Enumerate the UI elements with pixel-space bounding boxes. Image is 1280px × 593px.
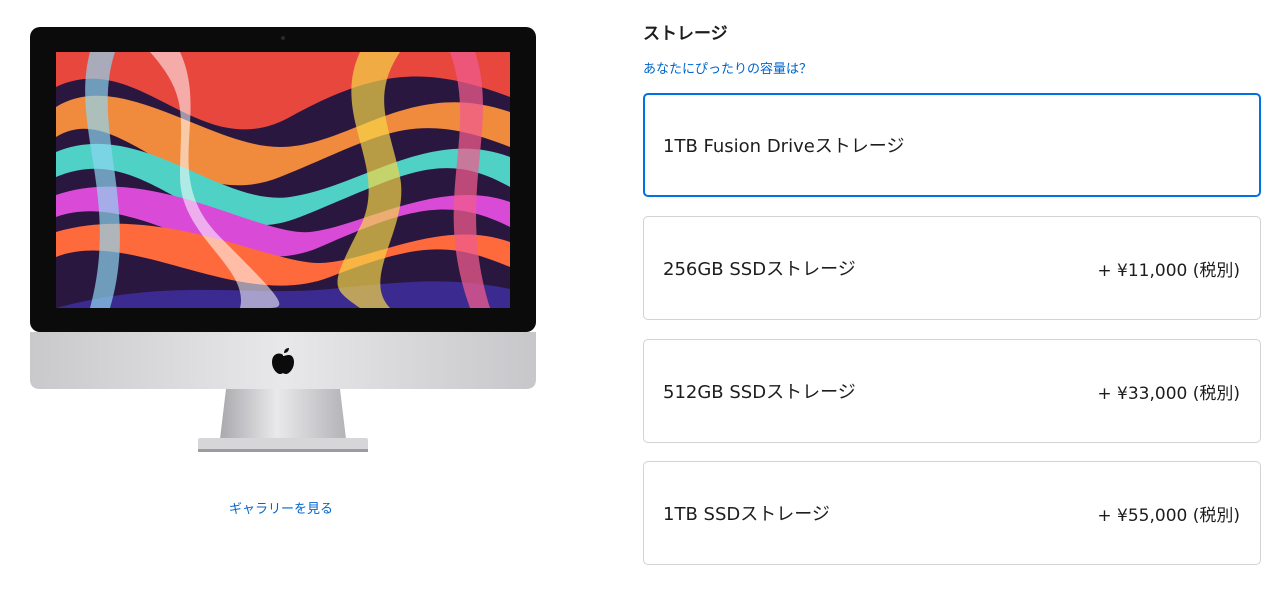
view-gallery-link[interactable]: ギャラリーを見る bbox=[229, 498, 333, 517]
option-label: 256GB SSDストレージ bbox=[663, 259, 856, 280]
imac-illustration bbox=[30, 27, 536, 452]
option-label: 1TB SSDストレージ bbox=[663, 504, 830, 525]
option-label: 1TB Fusion Driveストレージ bbox=[663, 136, 905, 157]
storage-option-256gb-ssd[interactable]: 256GB SSDストレージ + ¥11,000 (税別) bbox=[643, 216, 1261, 320]
imac-configurator: ギャラリーを見る ストレージ あなたにぴったりの容量は？ 1TB Fusion … bbox=[0, 0, 1280, 593]
storage-help-link[interactable]: あなたにぴったりの容量は？ bbox=[643, 58, 812, 77]
storage-option-1tb-fusion[interactable]: 1TB Fusion Driveストレージ bbox=[643, 93, 1261, 197]
option-label: 512GB SSDストレージ bbox=[663, 382, 856, 403]
option-price: + ¥33,000 (税別) bbox=[1097, 383, 1240, 404]
option-price: + ¥11,000 (税別) bbox=[1097, 260, 1240, 281]
section-title: ストレージ bbox=[643, 24, 728, 44]
product-image bbox=[30, 27, 536, 457]
option-price: + ¥55,000 (税別) bbox=[1097, 505, 1240, 526]
storage-option-512gb-ssd[interactable]: 512GB SSDストレージ + ¥33,000 (税別) bbox=[643, 339, 1261, 443]
storage-option-1tb-ssd[interactable]: 1TB SSDストレージ + ¥55,000 (税別) bbox=[643, 461, 1261, 565]
